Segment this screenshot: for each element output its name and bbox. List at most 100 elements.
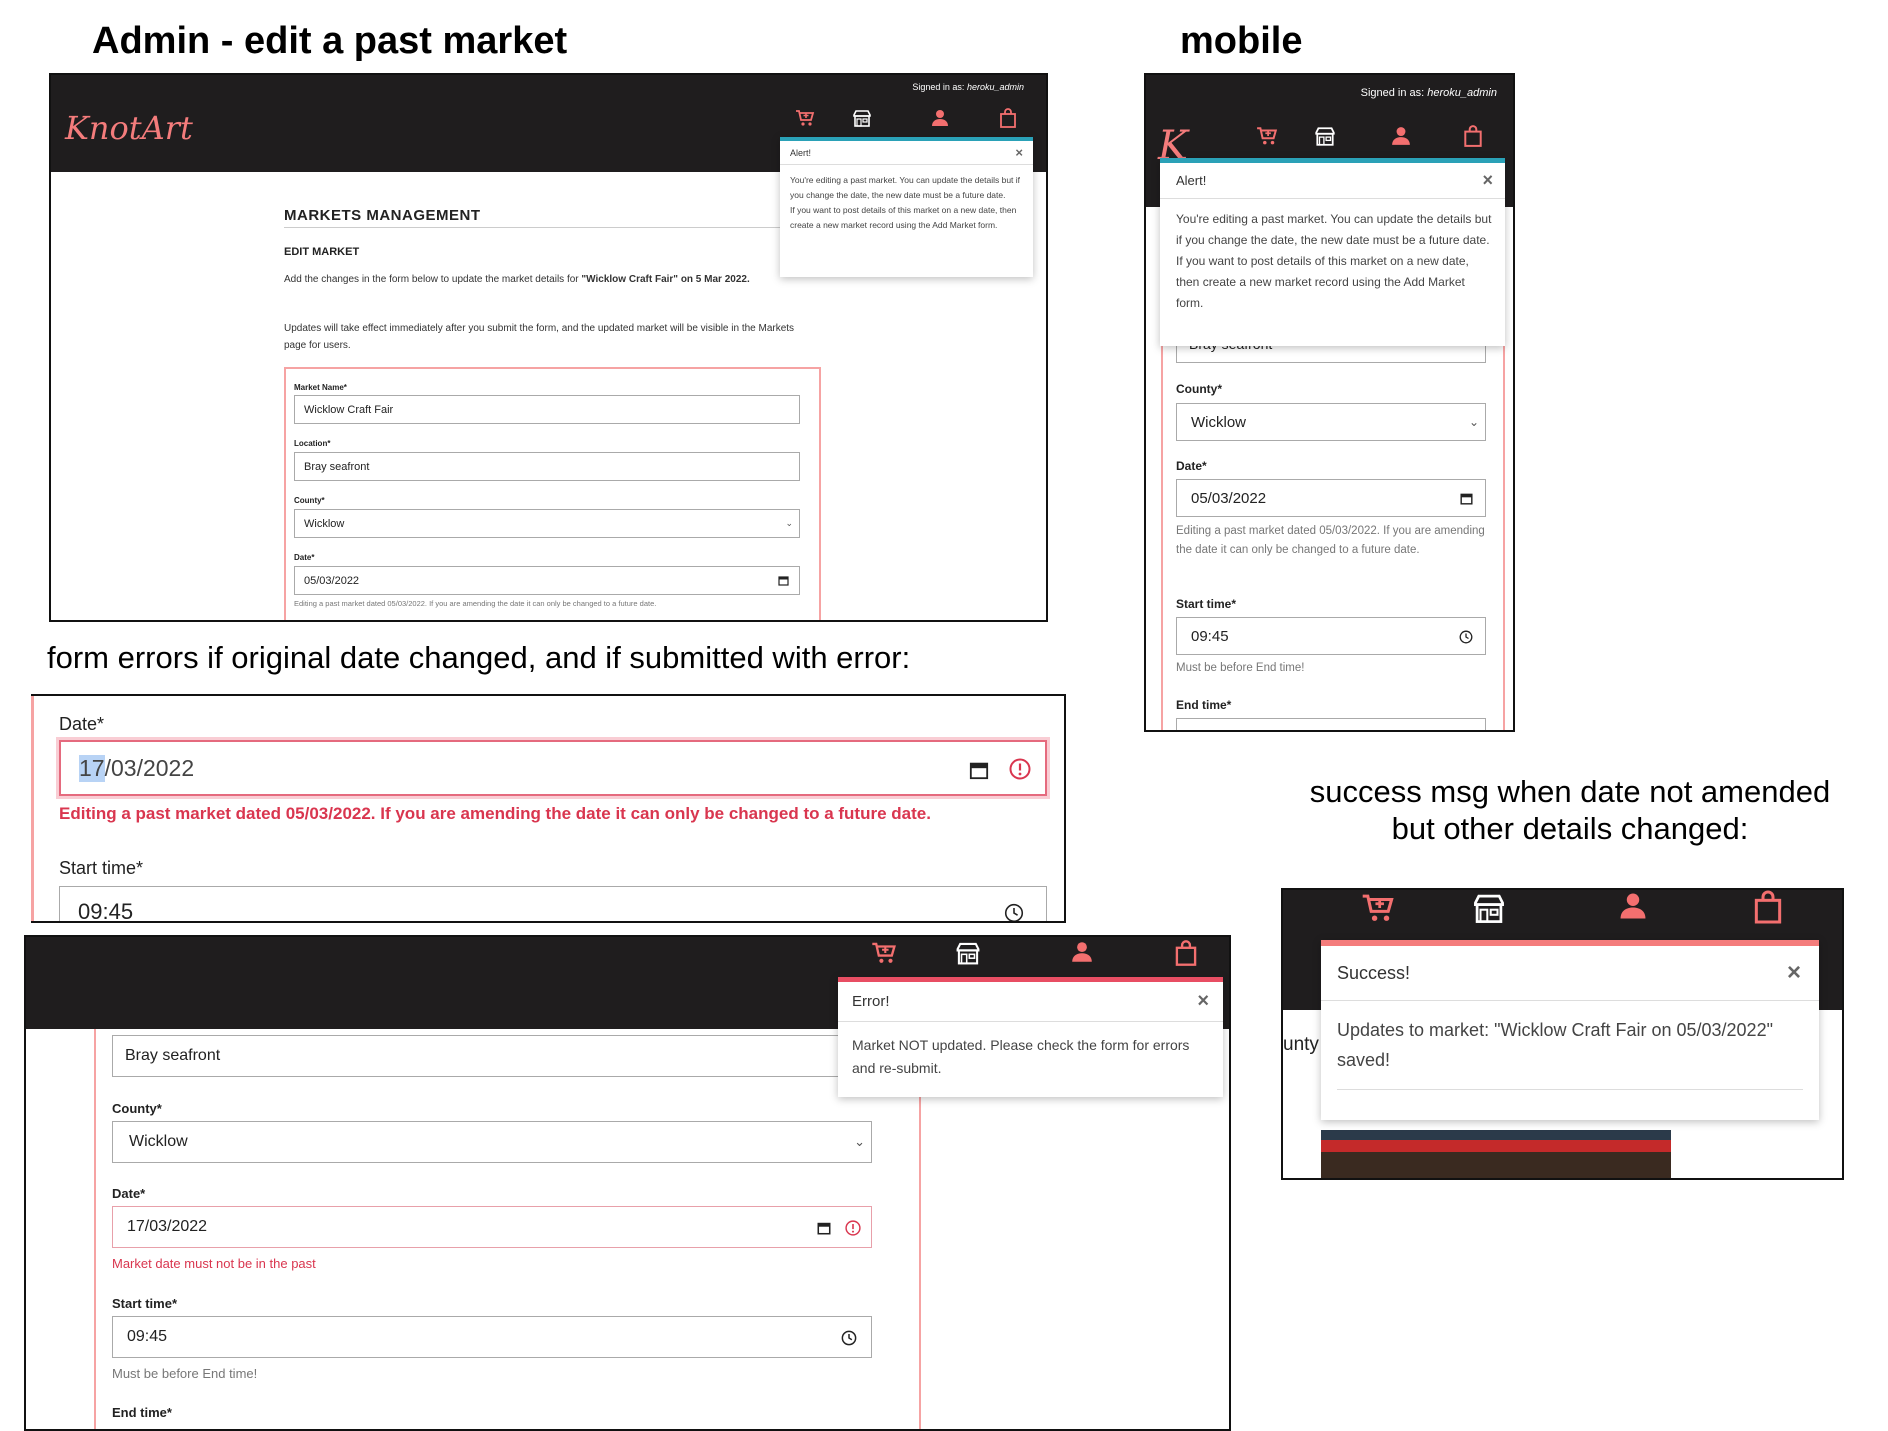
caption-form-errors: form errors if original date changed, an… [47, 640, 911, 675]
cart-plus-icon[interactable] [1256, 126, 1278, 146]
bag-icon[interactable] [1463, 125, 1483, 147]
error-screenshot: Bray seafront County* Wicklow ⌄ Date* 17… [24, 935, 1231, 1431]
zoom-date-selected: 17 [79, 754, 105, 782]
error-location-input[interactable]: Bray seafront [112, 1035, 872, 1077]
clock-icon[interactable] [1459, 630, 1473, 648]
county-select[interactable]: Wicklow ⌄ [294, 509, 800, 538]
alert-body-2: If you want to post details of this mark… [790, 205, 1017, 230]
error-icon [1009, 758, 1031, 786]
clock-icon[interactable] [1004, 903, 1024, 921]
market-photo-band [1321, 1130, 1671, 1140]
cart-plus-icon[interactable] [795, 109, 815, 127]
intro-text: Add the changes in the form below to upd… [284, 271, 804, 288]
caption-success-line1: success msg when date not amended [1309, 774, 1831, 809]
caption-admin-title: Admin - edit a past market [92, 20, 568, 62]
error-toast-title: Error! [852, 993, 890, 1010]
location-label: Location* [294, 439, 331, 448]
caption-mobile-title: mobile [1180, 20, 1303, 62]
user-icon[interactable] [1391, 126, 1411, 146]
date-input[interactable]: 05/03/2022 [294, 566, 800, 595]
zoom-date-input[interactable]: 17/03/2022 [59, 740, 1047, 796]
error-toast-header: Error! × [838, 982, 1223, 1022]
user-icon[interactable] [1071, 941, 1093, 963]
mobile-alert-body-2: If you want to post details of this mark… [1176, 254, 1469, 310]
mobile-alert-toast: Alert! × You're editing a past market. Y… [1160, 158, 1505, 346]
mobile-county-label: County* [1176, 382, 1222, 396]
mobile-signed-in-label: Signed in as: [1360, 87, 1425, 99]
signed-in-label: Signed in as: [912, 82, 965, 92]
intro-bold: "Wicklow Craft Fair" on 5 Mar 2022. [581, 274, 750, 285]
mobile-date-value: 05/03/2022 [1191, 489, 1267, 507]
alert-header: Alert! × [780, 141, 1033, 165]
error-end-label: End time* [112, 1405, 172, 1420]
mobile-signed-in-user: heroku_admin [1427, 87, 1497, 99]
market-name-input[interactable]: Wicklow Craft Fair [294, 395, 800, 424]
error-toast: Error! × Market NOT updated. Please chec… [838, 977, 1223, 1097]
date-help-text: Editing a past market dated 05/03/2022. … [294, 599, 657, 608]
calendar-icon[interactable] [778, 575, 789, 589]
zoom-start-label: Start time* [59, 858, 144, 878]
zoom-date-error-screenshot: Date* 17/03/2022 Editing a past market d… [31, 694, 1066, 923]
location-input[interactable]: Bray seafront [294, 452, 800, 481]
signed-in-user: heroku_admin [966, 82, 1024, 92]
error-start-label: Start time* [112, 1296, 178, 1311]
close-icon[interactable]: × [1482, 170, 1493, 191]
bag-icon[interactable] [999, 108, 1017, 128]
user-icon[interactable] [931, 109, 949, 127]
mobile-county-value: Wicklow [1191, 413, 1246, 431]
intro-text-2: Updates will take effect immediately aft… [284, 323, 795, 351]
mobile-date-label: Date* [1176, 459, 1207, 473]
mobile-alert-header: Alert! × [1160, 163, 1505, 199]
store-icon[interactable] [1314, 126, 1336, 146]
mobile-alert-title: Alert! [1176, 173, 1207, 188]
error-county-select[interactable]: Wicklow ⌄ [112, 1121, 872, 1163]
calendar-icon[interactable] [1460, 492, 1473, 509]
close-icon[interactable]: × [1787, 959, 1801, 987]
calendar-icon[interactable] [969, 759, 989, 786]
mobile-date-help: Editing a past market dated 05/03/2022. … [1176, 525, 1485, 556]
mobile-start-help: Must be before End time! [1176, 662, 1305, 674]
error-start-value: 09:45 [127, 1328, 168, 1345]
error-icon [845, 1220, 861, 1241]
success-toast: Success! × Updates to market: "Wicklow C… [1321, 940, 1819, 1120]
error-date-value: 17/03/2022 [127, 1218, 208, 1235]
cart-plus-icon[interactable] [871, 941, 897, 965]
caption-success: success msg when date not amended but ot… [1290, 773, 1850, 847]
page-title: MARKETS MANAGEMENT [284, 207, 481, 224]
close-icon[interactable]: × [1197, 990, 1209, 1013]
date-value: 05/03/2022 [304, 574, 360, 587]
county-value: Wicklow [304, 517, 345, 530]
error-date-label: Date* [112, 1186, 146, 1201]
mobile-signed-in: Signed in as: heroku_admin [1361, 87, 1497, 99]
zoom-date-label: Date* [59, 714, 105, 734]
cart-plus-icon[interactable] [1361, 892, 1395, 924]
close-icon[interactable]: × [1015, 145, 1023, 160]
bag-icon[interactable] [1753, 890, 1783, 924]
desktop-signed-in: Signed in as: heroku_admin [912, 82, 1024, 92]
clock-icon[interactable] [841, 1330, 857, 1351]
mobile-start-value: 09:45 [1191, 627, 1229, 645]
page-subtitle: EDIT MARKET [284, 246, 360, 258]
store-icon[interactable] [1472, 892, 1506, 924]
mobile-end-input[interactable] [1176, 718, 1486, 730]
success-toast-title: Success! [1337, 962, 1411, 983]
mobile-county-select[interactable]: Wicklow ⌄ [1176, 403, 1486, 441]
mobile-alert-body-1: You're editing a past market. You can up… [1176, 212, 1492, 247]
chevron-down-icon: ⌄ [854, 1134, 865, 1149]
bag-icon[interactable] [1174, 940, 1198, 966]
error-start-input[interactable]: 09:45 [112, 1316, 872, 1358]
store-icon[interactable] [955, 941, 981, 965]
error-toast-body: Market NOT updated. Please check the for… [852, 1037, 1190, 1076]
market-photo-shade [1321, 1152, 1671, 1178]
zoom-start-input[interactable]: 09:45 [59, 886, 1047, 921]
user-icon[interactable] [1619, 892, 1647, 920]
mobile-date-input[interactable]: 05/03/2022 [1176, 479, 1486, 517]
calendar-icon[interactable] [817, 1221, 831, 1240]
error-county-label: County* [112, 1101, 162, 1116]
desktop-logo[interactable]: KnotArt [65, 109, 193, 147]
store-icon[interactable] [852, 109, 872, 127]
mobile-start-input[interactable]: 09:45 [1176, 617, 1486, 655]
alert-body: You're editing a past market. You can up… [780, 165, 1033, 241]
zoom-form-border [31, 696, 34, 921]
error-date-input[interactable]: 17/03/2022 [112, 1206, 872, 1248]
